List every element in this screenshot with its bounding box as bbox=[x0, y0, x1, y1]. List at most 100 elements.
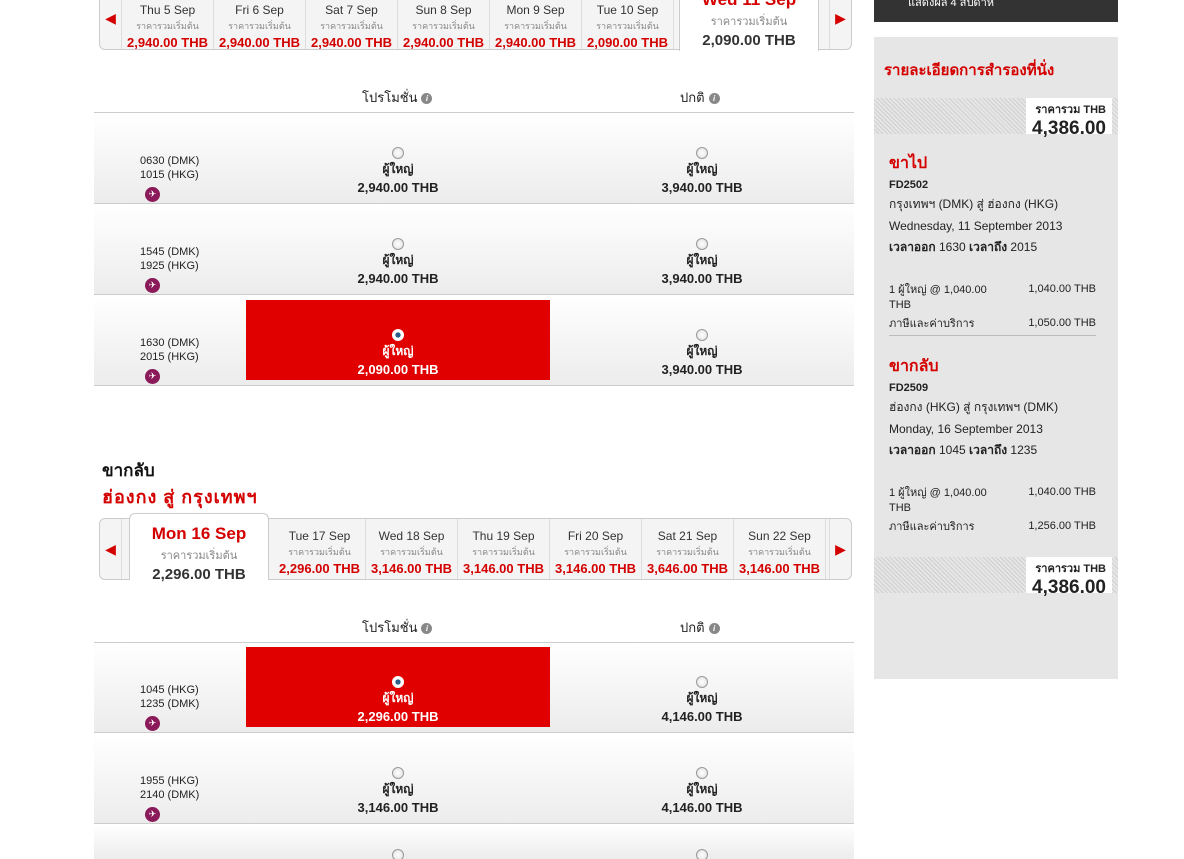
total-price-bar: ราคารวม THB 4,386.00 bbox=[874, 98, 1118, 139]
date-price: 3,646.00 THB bbox=[647, 561, 728, 576]
fare-radio[interactable] bbox=[696, 767, 708, 779]
fare-radio-checked[interactable] bbox=[392, 676, 404, 688]
return-fare-header: โปรโมชั่น i ปกติ i bbox=[94, 603, 854, 643]
promo-fare-option[interactable]: ผู้ใหญ่ 2,940.00 THB bbox=[246, 118, 550, 198]
date-sub: ราคารวมเริ่มต้น bbox=[320, 21, 383, 31]
date-label: Wed 18 Sep bbox=[378, 529, 445, 543]
date-sub: ราคารวมเริ่มต้น bbox=[136, 21, 199, 31]
fare-line-value: 1,040.00 THB bbox=[1028, 486, 1096, 498]
flight-details-plane-icon[interactable]: ✈ bbox=[145, 187, 160, 202]
next-dates-arrow-icon[interactable]: ▶ bbox=[829, 519, 851, 579]
info-icon[interactable]: i bbox=[708, 623, 720, 634]
promo-fare-option[interactable]: ผู้ใหญ่ 3,146.00 THB bbox=[246, 738, 550, 818]
total-price-bar-bottom: ราคารวม THB 4,386.00 bbox=[874, 557, 1118, 598]
passenger-type: ผู้ใหญ่ bbox=[382, 691, 414, 705]
dep-time: 1630 bbox=[938, 240, 966, 254]
fare-radio[interactable] bbox=[696, 238, 708, 250]
tax-line-label: ภาษีและค่าบริการ bbox=[889, 521, 975, 533]
date-tab-outbound-selected[interactable]: Wed 11 Sep ราคารวมเริ่มต้น 2,090.00 THB bbox=[679, 0, 819, 51]
date-tab-outbound-5[interactable]: Tue 10 Sep ราคารวมเริ่มต้น 2,090.00 THB bbox=[582, 0, 674, 50]
fare-radio[interactable] bbox=[696, 329, 708, 341]
date-tab-return-6[interactable]: Sun 22 Sep ราคารวมเริ่มต้น 3,146.00 THB bbox=[734, 519, 826, 579]
booking-summary-title: รายละเอียดการสำรองที่นั่ง bbox=[884, 62, 1055, 79]
date-tab-return-selected[interactable]: Mon 16 Sep ราคารวมเริ่มต้น 2,296.00 THB bbox=[129, 513, 269, 583]
departure-time: 0630 (DMK) bbox=[140, 155, 200, 167]
info-icon[interactable]: i bbox=[708, 93, 720, 104]
regular-fare-option[interactable] bbox=[550, 829, 854, 859]
date-tab-outbound-0[interactable]: Thu 5 Sep ราคารวมเริ่มต้น 2,940.00 THB bbox=[122, 0, 214, 50]
flight-number: FD2509 bbox=[889, 382, 929, 394]
date-tab-return-5[interactable]: Sat 21 Sep ราคารวมเริ่มต้น 3,646.00 THB bbox=[642, 519, 734, 579]
fare-radio[interactable] bbox=[392, 849, 404, 859]
regular-column-header: ปกติ i bbox=[680, 617, 720, 638]
info-icon[interactable]: i bbox=[421, 623, 433, 634]
arrival-time: 2140 (DMK) bbox=[140, 789, 200, 801]
fare-price: 4,146.00 THB bbox=[661, 709, 743, 724]
date-label: Sat 7 Sep bbox=[325, 3, 378, 17]
return-summary: ขากลับ FD2509 ฮ่องกง (HKG) สู่ กรุงเทพฯ … bbox=[889, 354, 1104, 536]
regular-fare-option[interactable]: ผู้ใหญ่ 4,146.00 THB bbox=[550, 647, 854, 727]
regular-fare-option[interactable]: ผู้ใหญ่ 3,940.00 THB bbox=[550, 209, 854, 289]
date-sub: ราคารวมเริ่มต้น bbox=[228, 21, 291, 31]
promo-column-header: โปรโมชั่น i bbox=[362, 87, 433, 108]
prev-dates-arrow-icon[interactable]: ◀ bbox=[100, 0, 122, 49]
date-tab-outbound-3[interactable]: Sun 8 Sep ราคารวมเริ่มต้น 2,940.00 THB bbox=[398, 0, 490, 50]
date-tab-return-3[interactable]: Thu 19 Sep ราคารวมเริ่มต้น 3,146.00 THB bbox=[458, 519, 550, 579]
date-tab-return-4[interactable]: Fri 20 Sep ราคารวมเริ่มต้น 3,146.00 THB bbox=[550, 519, 642, 579]
return-date-carousel: ◀ Mon 16 Sep ราคารวมเริ่มต้น 2,296.00 THB … bbox=[99, 513, 852, 583]
segment-route: ฮ่องกง (HKG) สู่ กรุงเทพฯ (DMK) bbox=[889, 400, 1059, 414]
fare-line-label: 1 ผู้ใหญ่ @ 1,040.00 THB bbox=[889, 284, 987, 311]
total-value: 4,386.00 bbox=[1032, 118, 1106, 139]
next-dates-arrow-icon[interactable]: ▶ bbox=[829, 0, 851, 49]
date-sub: ราคารวมเริ่มต้น bbox=[288, 547, 351, 557]
date-tab-outbound-4[interactable]: Mon 9 Sep ราคารวมเริ่มต้น 2,940.00 THB bbox=[490, 0, 582, 50]
promo-fare-option-selected[interactable]: ผู้ใหญ่ 2,090.00 THB bbox=[246, 300, 550, 380]
promo-fare-option[interactable] bbox=[246, 829, 550, 859]
date-tab-return-1[interactable]: Tue 17 Sep ราคารวมเริ่มต้น 2,296.00 THB bbox=[274, 519, 366, 579]
arrival-time: 1925 (HKG) bbox=[140, 260, 199, 272]
date-label: Sun 8 Sep bbox=[415, 3, 472, 17]
fare-line: 1 ผู้ใหญ่ @ 1,040.00 THB 1,040.00 THB bbox=[889, 283, 1104, 313]
fare-radio-checked[interactable] bbox=[392, 329, 404, 341]
show-4-weeks-bar[interactable]: แสดงผล 4 สัปดาห์ bbox=[874, 0, 1118, 22]
fare-price: 2,296.00 THB bbox=[357, 709, 439, 724]
flight-row: 1045 (HKG) 1235 (DMK) ✈ ผู้ใหญ่ 2,296.00 T… bbox=[94, 643, 854, 733]
info-icon[interactable]: i bbox=[421, 93, 433, 104]
fare-radio[interactable] bbox=[696, 676, 708, 688]
regular-header-label: ปกติ bbox=[680, 620, 705, 635]
fare-radio[interactable] bbox=[392, 238, 404, 250]
flight-details-plane-icon[interactable]: ✈ bbox=[145, 716, 160, 731]
tax-line-label: ภาษีและค่าบริการ bbox=[889, 318, 975, 330]
arrival-time: 2015 (HKG) bbox=[140, 351, 199, 363]
arr-label: เวลาถึง bbox=[969, 240, 1008, 254]
date-sub: ราคารวมเริ่มต้น bbox=[748, 547, 811, 557]
tax-line-value: 1,256.00 THB bbox=[1028, 520, 1096, 532]
date-tab-outbound-1[interactable]: Fri 6 Sep ราคารวมเริ่มต้น 2,940.00 THB bbox=[214, 0, 306, 50]
date-tab-outbound-2[interactable]: Sat 7 Sep ราคารวมเริ่มต้น 2,940.00 THB bbox=[306, 0, 398, 50]
regular-fare-option[interactable]: ผู้ใหญ่ 4,146.00 THB bbox=[550, 738, 854, 818]
date-tab-return-2[interactable]: Wed 18 Sep ราคารวมเริ่มต้น 3,146.00 THB bbox=[366, 519, 458, 579]
prev-dates-arrow-icon[interactable]: ◀ bbox=[100, 519, 122, 579]
flight-details-plane-icon[interactable]: ✈ bbox=[145, 369, 160, 384]
fare-price: 3,940.00 THB bbox=[661, 362, 743, 377]
fare-radio[interactable] bbox=[696, 849, 708, 859]
flight-details-plane-icon[interactable]: ✈ bbox=[145, 278, 160, 293]
flight-row-partial bbox=[94, 825, 854, 859]
dep-label: เวลาออก bbox=[889, 443, 936, 457]
promo-fare-option-selected[interactable]: ผู้ใหญ่ 2,296.00 THB bbox=[246, 647, 550, 727]
date-sub: ราคารวมเริ่มต้น bbox=[656, 547, 719, 557]
passenger-type: ผู้ใหญ่ bbox=[686, 782, 718, 796]
regular-fare-option[interactable]: ผู้ใหญ่ 3,940.00 THB bbox=[550, 118, 854, 198]
fare-radio[interactable] bbox=[392, 147, 404, 159]
date-price: 3,146.00 THB bbox=[463, 561, 544, 576]
outbound-summary: ขาไป FD2502 กรุงเทพฯ (DMK) สู่ ฮ่องกง (H… bbox=[889, 151, 1104, 336]
regular-fare-option[interactable]: ผู้ใหญ่ 3,940.00 THB bbox=[550, 300, 854, 380]
fare-radio[interactable] bbox=[696, 147, 708, 159]
promo-fare-option[interactable]: ผู้ใหญ่ 2,940.00 THB bbox=[246, 209, 550, 289]
date-price: 3,146.00 THB bbox=[555, 561, 636, 576]
fare-radio[interactable] bbox=[392, 767, 404, 779]
date-price: 2,296.00 THB bbox=[279, 561, 360, 576]
dep-time: 1045 bbox=[938, 443, 966, 457]
flight-row: 1955 (HKG) 2140 (DMK) ✈ ผู้ใหญ่ 3,146.00 T… bbox=[94, 734, 854, 824]
flight-details-plane-icon[interactable]: ✈ bbox=[145, 807, 160, 822]
